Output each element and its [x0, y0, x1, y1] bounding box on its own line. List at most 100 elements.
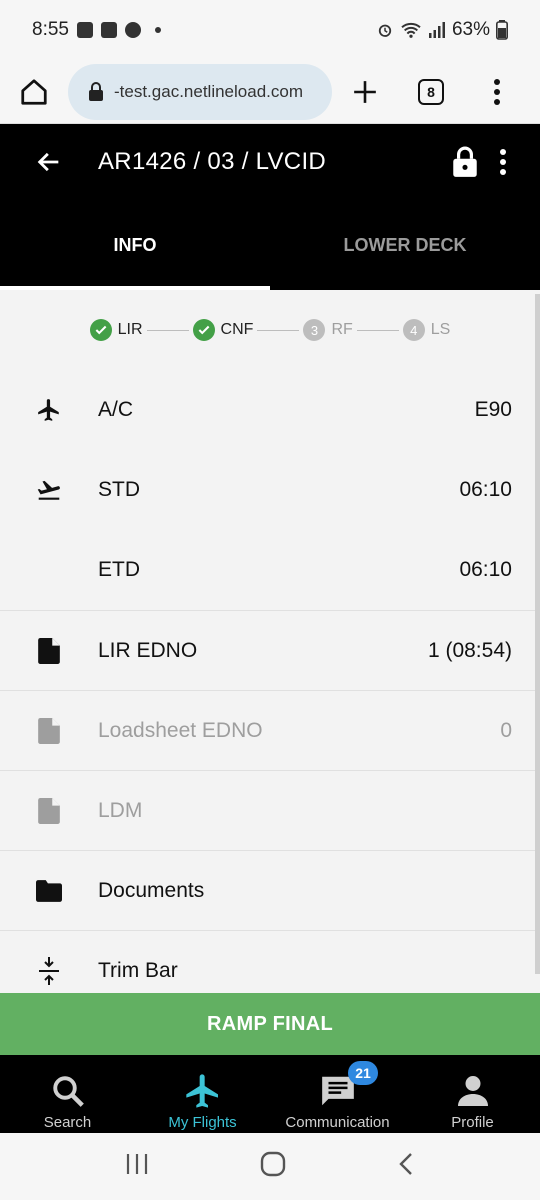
row-label: LIR EDNO	[98, 638, 198, 662]
row-label: Trim Bar	[98, 958, 178, 982]
lock-icon	[89, 81, 103, 101]
row-value: 06:10	[459, 558, 512, 581]
status-time: 8:55	[32, 19, 69, 40]
info-content[interactable]: LIR CNF 3 RF 4 LS A/C E90 STD 06:10 ETD …	[0, 290, 540, 993]
search-icon	[52, 1076, 84, 1107]
arrow-back-icon	[37, 152, 59, 172]
step-connector	[356, 329, 399, 331]
url-text: -test.gac.netlineload.com	[114, 81, 303, 101]
step-ls: 4 LS	[402, 319, 451, 341]
row-documents[interactable]: Documents	[0, 850, 540, 930]
tab-bar: INFO LOWER DECK	[0, 200, 540, 290]
recents-button[interactable]	[125, 1153, 149, 1180]
gallery-icon	[76, 22, 93, 38]
back-button[interactable]	[0, 148, 98, 176]
nav-label: My Flights	[168, 1114, 237, 1131]
step-label: RF	[331, 321, 353, 338]
more-vert-icon	[494, 78, 500, 105]
tab-switcher-button[interactable]: 8	[398, 60, 464, 124]
chevron-left-icon	[398, 1153, 412, 1175]
row-label: Loadsheet EDNO	[98, 718, 263, 742]
step-rf: 3 RF	[303, 319, 353, 341]
status-bar: 8:55 63%	[0, 0, 540, 60]
step-connector	[257, 329, 300, 331]
battery-icon	[496, 20, 508, 40]
nav-my-flights[interactable]: My Flights	[135, 1055, 270, 1133]
row-ldm: LDM	[0, 770, 540, 850]
row-value: 06:10	[459, 478, 512, 501]
row-loadsheet-edno: Loadsheet EDNO 0	[0, 690, 540, 770]
more-vert-icon[interactable]	[500, 149, 506, 175]
home-button[interactable]	[0, 60, 68, 124]
ramp-final-button[interactable]: RAMP FINAL	[0, 993, 540, 1055]
step-label: CNF	[220, 321, 254, 338]
lock-button[interactable]	[430, 146, 500, 178]
new-tab-button[interactable]	[332, 60, 398, 124]
pinterest-icon	[124, 22, 141, 38]
browser-menu-button[interactable]	[464, 60, 530, 124]
step-number: 4	[402, 319, 425, 341]
folder-icon	[36, 879, 62, 902]
row-value: 1 (08:54)	[427, 638, 512, 662]
row-label: LDM	[98, 798, 143, 822]
plus-icon	[354, 80, 376, 103]
browser-toolbar: -test.gac.netlineload.com 8	[0, 60, 540, 124]
row-aircraft: A/C E90	[0, 370, 540, 450]
row-std: STD 06:10	[0, 450, 540, 530]
youtube-icon	[100, 22, 117, 38]
check-icon	[192, 319, 215, 341]
row-label: A/C	[98, 398, 134, 421]
app-bar: AR1426 / 03 / LVCID INFO LOWER DECK	[0, 124, 540, 290]
scrollbar[interactable]	[535, 294, 540, 974]
recents-icon	[127, 1154, 148, 1174]
airplane-icon	[38, 399, 59, 421]
row-lir-edno[interactable]: LIR EDNO 1 (08:54)	[0, 610, 540, 690]
airplane-icon	[185, 1074, 218, 1108]
back-nav-button[interactable]	[397, 1152, 415, 1181]
row-label: ETD	[98, 558, 140, 581]
nav-communication[interactable]: 21 Communication	[270, 1055, 405, 1133]
nav-label: Profile	[451, 1114, 494, 1131]
more-notifications-icon	[154, 27, 161, 33]
step-number: 3	[303, 319, 326, 341]
step-lir: LIR	[89, 319, 143, 341]
home-icon	[21, 78, 47, 105]
nav-profile[interactable]: Profile	[405, 1055, 540, 1133]
departure-icon	[37, 480, 60, 500]
nav-search[interactable]: Search	[0, 1055, 135, 1133]
check-icon	[89, 319, 112, 341]
row-value: 0	[500, 718, 512, 742]
bottom-nav: Search My Flights 21 Communication Profi…	[0, 1055, 540, 1133]
document-icon	[38, 637, 60, 664]
nav-label: Search	[43, 1114, 92, 1131]
nav-label: Communication	[285, 1114, 390, 1131]
person-icon	[457, 1076, 488, 1106]
tab-count: 8	[418, 78, 444, 105]
home-circle-icon	[260, 1151, 286, 1177]
document-icon	[38, 717, 60, 744]
step-connector	[146, 329, 189, 331]
step-label: LS	[430, 321, 451, 338]
unread-badge: 21	[348, 1061, 378, 1085]
row-label: Documents	[98, 878, 205, 902]
system-nav-bar	[0, 1133, 540, 1200]
signal-icon	[428, 22, 445, 38]
tab-info[interactable]: INFO	[0, 200, 270, 290]
alarm-icon	[378, 24, 392, 37]
battery-percent: 63%	[451, 19, 490, 40]
row-etd: ETD 06:10	[0, 530, 540, 610]
page-title: AR1426 / 03 / LVCID	[98, 148, 327, 175]
wifi-icon	[401, 22, 421, 38]
step-label: LIR	[117, 321, 143, 338]
row-label: STD	[98, 478, 140, 501]
row-value: E90	[474, 398, 512, 421]
step-cnf: CNF	[192, 319, 254, 341]
url-bar[interactable]: -test.gac.netlineload.com	[68, 63, 332, 120]
status-stepper: LIR CNF 3 RF 4 LS	[0, 290, 540, 370]
lock-icon	[453, 146, 477, 177]
home-nav-button[interactable]	[260, 1151, 286, 1182]
tab-lower-deck[interactable]: LOWER DECK	[270, 200, 540, 290]
document-icon	[38, 797, 60, 824]
trim-icon	[39, 956, 59, 985]
row-trim-bar[interactable]: Trim Bar	[0, 930, 540, 993]
